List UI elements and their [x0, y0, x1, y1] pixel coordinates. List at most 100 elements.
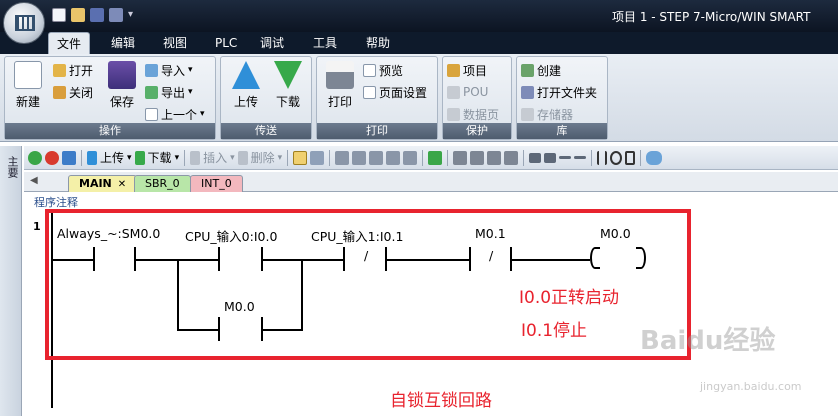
toolbar-download-label[interactable]: 下载	[148, 149, 172, 166]
branch-left-icon[interactable]	[559, 156, 572, 159]
new-button[interactable]: 新建	[9, 61, 47, 110]
pou-icon	[447, 85, 460, 99]
network-number: 1	[33, 220, 41, 233]
unforce-icon[interactable]	[504, 150, 519, 165]
upload-arrow-icon	[232, 61, 260, 89]
toolbar-delete-label[interactable]: 删除	[251, 149, 275, 166]
page-setup-button[interactable]: 页面设置	[363, 83, 427, 101]
export-button[interactable]: 导出 ▾	[145, 83, 193, 101]
toolbar-separator	[422, 149, 424, 166]
app-menu-button[interactable]	[3, 2, 45, 44]
memory-button[interactable]: 存储器	[521, 105, 573, 123]
comment-toggle-icon[interactable]	[646, 150, 663, 165]
side-panel-label[interactable]: 主要	[2, 156, 20, 178]
save-icon[interactable]	[90, 8, 104, 22]
bookmark-icon[interactable]	[335, 150, 350, 165]
previous-button[interactable]: 上一个 ▾	[145, 105, 205, 123]
tab-file[interactable]: 文件	[48, 32, 91, 54]
tab-tools[interactable]: 工具	[305, 32, 345, 54]
group-protect: 项目 POU 数据页 保护	[442, 56, 512, 140]
insert-icon[interactable]	[190, 150, 201, 165]
group-transfer-label: 传送	[221, 123, 311, 139]
close-button[interactable]: 关闭	[53, 83, 93, 101]
delete-icon[interactable]	[237, 150, 248, 165]
tab-edit[interactable]: 编辑	[103, 32, 143, 54]
customize-qat-icon[interactable]: ▾	[128, 8, 136, 22]
tab-debug[interactable]: 调试	[252, 32, 292, 54]
toolbar-upload-label[interactable]: 上传	[100, 149, 124, 166]
import-button[interactable]: 导入 ▾	[145, 61, 193, 79]
upload-small-icon[interactable]	[87, 150, 97, 165]
insert-box-icon[interactable]	[625, 150, 636, 165]
group-print-label: 打印	[317, 123, 437, 139]
insert-contact-icon[interactable]	[597, 150, 608, 165]
group-transfer: 上传 下载 传送	[220, 56, 312, 140]
print-label: 打印	[327, 95, 352, 109]
close-tab-icon[interactable]: ✕	[118, 179, 126, 190]
clear-bookmark-icon[interactable]	[386, 150, 401, 165]
create-library-icon	[521, 63, 534, 77]
export-icon	[145, 85, 158, 99]
save-all-icon[interactable]	[109, 8, 123, 22]
insert-coil-icon[interactable]	[610, 150, 623, 165]
print-button[interactable]: 打印	[321, 61, 359, 110]
program-tabs: ◀ MAIN ✕ SBR_0 INT_0	[24, 172, 838, 192]
tab-scroll-left-icon[interactable]: ◀	[30, 175, 38, 186]
tab-main[interactable]: MAIN ✕	[68, 175, 138, 192]
protect-pou-label: POU	[463, 85, 489, 99]
protect-pou-button[interactable]: POU	[447, 83, 488, 101]
create-library-button[interactable]: 创建	[521, 61, 561, 79]
close-folder-icon	[53, 85, 66, 99]
toolbar-insert-label[interactable]: 插入	[203, 149, 227, 166]
group-print: 打印 预览 页面设置 打印	[316, 56, 438, 140]
branch-down-icon[interactable]	[529, 152, 542, 163]
new-file-icon[interactable]	[52, 8, 66, 22]
tab-help[interactable]: 帮助	[358, 32, 398, 54]
next-bookmark-icon[interactable]	[352, 150, 367, 165]
magnifier-icon	[363, 63, 376, 77]
goto-icon[interactable]	[428, 150, 443, 165]
protect-project-label: 项目	[463, 63, 488, 78]
tab-sbr0[interactable]: SBR_0	[134, 175, 191, 192]
protect-project-button[interactable]: 项目	[447, 61, 487, 79]
compile-icon[interactable]	[62, 150, 76, 165]
protect-datapage-button[interactable]: 数据页	[447, 105, 499, 123]
branch-right-icon[interactable]	[574, 156, 587, 159]
download-small-icon[interactable]	[134, 150, 145, 165]
save-button[interactable]: 保存	[103, 61, 141, 110]
new-label: 新建	[15, 95, 40, 109]
memory-icon	[521, 107, 534, 121]
close-label: 关闭	[69, 85, 94, 100]
program-comment[interactable]: 程序注释	[34, 194, 78, 210]
tab-view[interactable]: 视图	[155, 32, 195, 54]
branch-up-icon[interactable]	[544, 152, 557, 163]
status-chart-icon[interactable]	[403, 150, 418, 165]
toolbar-separator	[329, 149, 331, 166]
save-label: 保存	[109, 95, 134, 109]
toolbar-separator	[287, 149, 289, 166]
address-view-icon[interactable]	[293, 150, 308, 165]
lock-icon[interactable]	[453, 150, 468, 165]
prev-bookmark-icon[interactable]	[369, 150, 384, 165]
page-setup-label: 页面设置	[379, 85, 428, 100]
download-button[interactable]: 下载	[269, 61, 307, 110]
open-button[interactable]: 打开	[53, 61, 93, 79]
preview-button[interactable]: 预览	[363, 61, 403, 79]
upload-button[interactable]: 上传	[227, 61, 265, 110]
open-folder-icon[interactable]	[71, 8, 85, 22]
tab-plc[interactable]: PLC	[207, 32, 245, 54]
run-icon[interactable]	[28, 150, 42, 165]
stop-icon[interactable]	[45, 150, 59, 165]
unlock-icon[interactable]	[470, 150, 485, 165]
note-start: I0.0正转启动	[519, 288, 620, 308]
symbol-view-icon[interactable]	[310, 150, 325, 165]
force-icon[interactable]	[487, 150, 502, 165]
download-arrow-icon	[274, 61, 302, 89]
tab-int0[interactable]: INT_0	[190, 175, 243, 192]
datapage-icon	[447, 107, 460, 121]
library-folder-icon	[521, 85, 534, 99]
printer-icon	[326, 61, 354, 89]
title-bar: ▾ 项目 1 - STEP 7-Micro/WIN SMART	[0, 0, 838, 32]
open-folder-button[interactable]: 打开文件夹	[521, 83, 597, 101]
disk-icon	[108, 61, 136, 89]
